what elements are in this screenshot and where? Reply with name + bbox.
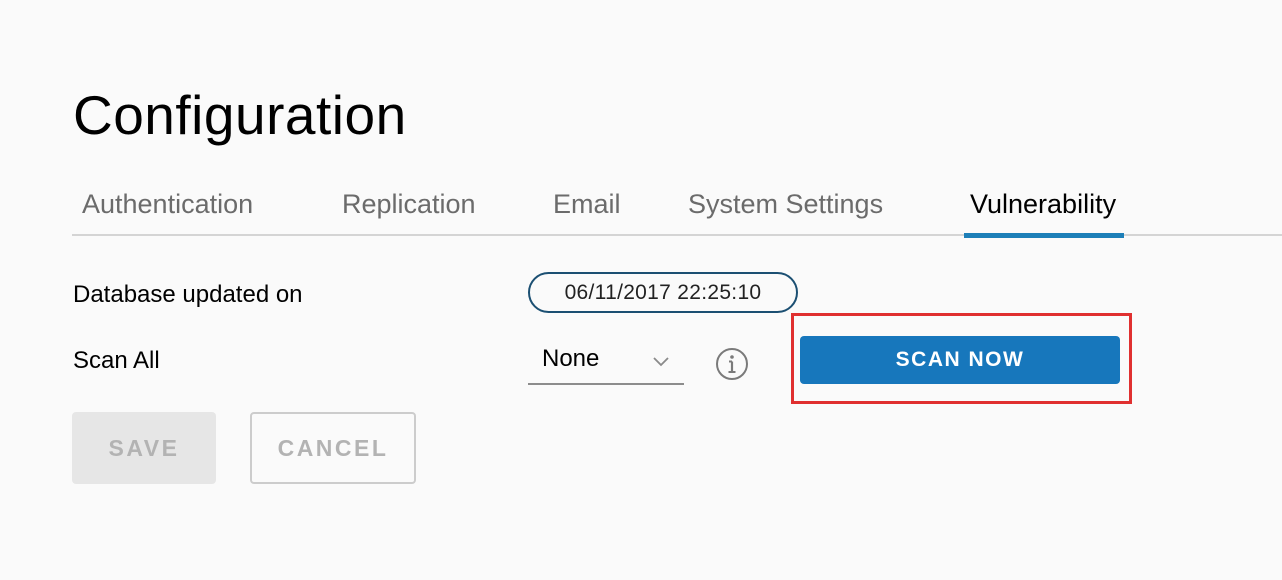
- database-updated-label: Database updated on: [73, 281, 303, 308]
- database-timestamp-badge: 06/11/2017 22:25:10: [528, 272, 798, 313]
- chevron-down-icon: [653, 357, 669, 367]
- save-button[interactable]: SAVE: [72, 412, 216, 484]
- tab-vulnerability[interactable]: Vulnerability: [963, 180, 1125, 238]
- tab-replication[interactable]: Replication: [342, 180, 476, 236]
- info-icon[interactable]: [715, 347, 749, 381]
- tab-email[interactable]: Email: [553, 180, 621, 236]
- tab-system-settings[interactable]: System Settings: [688, 180, 883, 236]
- scan-all-selected-value: None: [542, 345, 600, 372]
- tab-authentication[interactable]: Authentication: [82, 180, 253, 236]
- scan-now-button[interactable]: SCAN NOW: [800, 336, 1120, 384]
- scan-all-select[interactable]: None: [528, 340, 684, 385]
- scan-all-label: Scan All: [73, 347, 160, 374]
- cancel-button[interactable]: CANCEL: [250, 412, 416, 484]
- page-title: Configuration: [73, 84, 407, 146]
- tab-bar: Authentication Replication Email System …: [72, 180, 1282, 238]
- configuration-page: Configuration Authentication Replication…: [0, 0, 1282, 580]
